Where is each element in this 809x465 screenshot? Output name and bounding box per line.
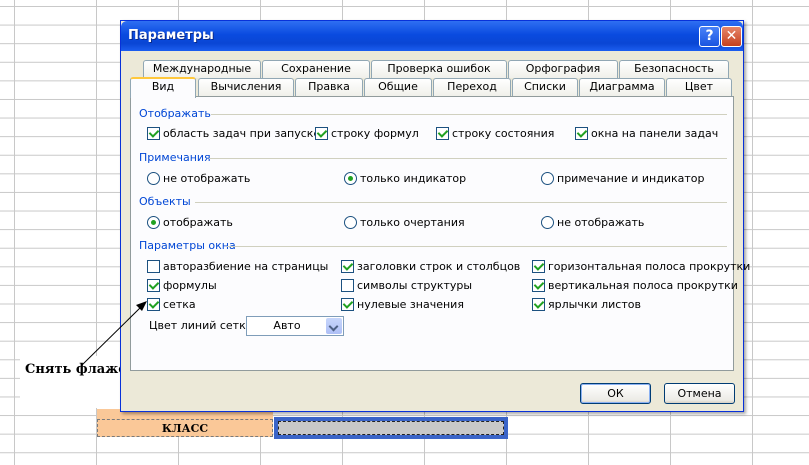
- callout-arrow-icon: [81, 301, 147, 366]
- tab-view[interactable]: Вид: [130, 77, 196, 98]
